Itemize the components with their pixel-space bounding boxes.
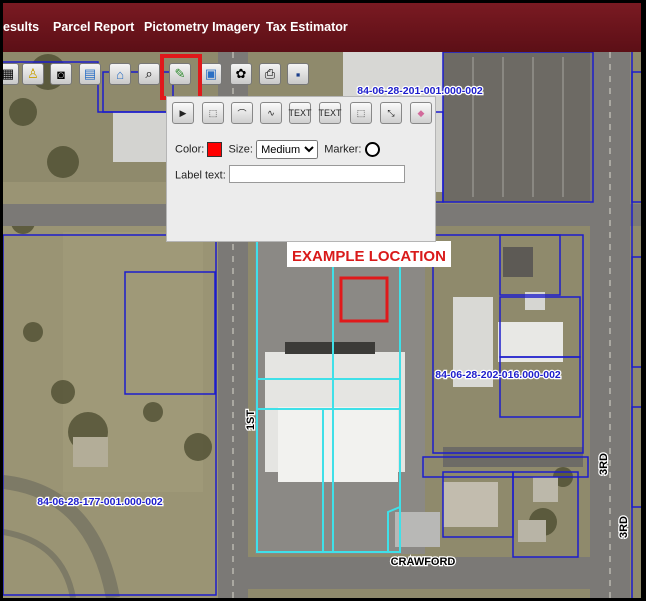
label-text-label: Label text: — [175, 169, 226, 182]
layers-icon[interactable]: ▦ — [3, 63, 19, 85]
church-building — [443, 482, 498, 527]
identify-icon[interactable]: ✿ — [230, 63, 252, 85]
street-label-crawford: CRAWFORD — [391, 556, 456, 568]
label-text-row: Label text: — [175, 165, 405, 183]
parcel-icon[interactable]: ⌂ — [109, 63, 131, 85]
marker-circle-icon[interactable] — [364, 142, 380, 158]
text-tool-icon[interactable]: TEXT — [318, 102, 342, 124]
area-tool-icon[interactable]: ⬚ — [350, 102, 372, 124]
store-entrance-shadow — [285, 342, 375, 354]
building-east-3 — [503, 247, 533, 277]
example-location-label: EXAMPLE LOCATION — [292, 248, 446, 265]
street-label-3rd-a: 3RD — [598, 453, 610, 475]
pen-tool-highlight — [160, 54, 202, 100]
nav-parcel-report[interactable]: Parcel Report — [53, 20, 134, 34]
point-tool-icon[interactable]: ⬚ — [202, 102, 224, 124]
legend-icon[interactable]: ▤ — [79, 63, 101, 85]
nav-tax-estimator[interactable]: Tax Estimator — [266, 20, 348, 34]
size-label: Size: — [228, 143, 253, 156]
parcel-label-park: 84-06-28-177-001.000-002 — [37, 496, 163, 508]
measure-icon[interactable]: ▣ — [200, 63, 222, 85]
store-building-roof-2 — [278, 407, 398, 482]
nav-search-results[interactable]: esults — [3, 20, 39, 34]
search-icon[interactable]: ⌕ — [138, 63, 160, 85]
style-row: Color: Size: Medium Marker: — [175, 140, 380, 159]
building-north-small — [113, 112, 173, 162]
street-label-1st: 1ST — [245, 410, 257, 430]
parcel-label-east: 84-06-28-202-016.000-002 — [435, 369, 561, 381]
bank-building — [395, 512, 440, 547]
nav-pictometry-imagery[interactable]: Pictometry Imagery — [144, 20, 260, 34]
street-label-3rd-b: 3RD — [618, 516, 630, 538]
color-label: Color: — [175, 143, 205, 156]
curve-tool-icon[interactable]: ∿ — [260, 102, 282, 124]
polyline-tool-icon[interactable]: ⌒ — [231, 102, 253, 124]
camera-icon[interactable]: ◙ — [50, 63, 72, 85]
pavilion — [73, 437, 108, 467]
select-arrow-icon[interactable]: ▶ — [172, 102, 194, 124]
house-2 — [518, 520, 546, 542]
edit-tool-icon[interactable]: ⤡ — [380, 102, 402, 124]
person-icon[interactable]: ♙ — [22, 63, 44, 85]
color-swatch[interactable] — [207, 142, 223, 158]
app-frame: esults Parcel Report Pictometry Imagery … — [3, 3, 641, 598]
size-select[interactable]: Medium — [256, 140, 319, 159]
label-text-input[interactable] — [228, 165, 405, 183]
top-nav-bar: esults Parcel Report Pictometry Imagery … — [3, 3, 641, 52]
text-tool-label-2: TEXT — [318, 108, 342, 118]
text-point-tool-icon[interactable]: TEXT — [288, 102, 312, 124]
building-east-2 — [498, 322, 563, 362]
eraser-icon[interactable]: ◆ — [410, 102, 432, 124]
text-tool-label: TEXT — [288, 108, 312, 118]
print-icon[interactable]: ⎙ — [259, 63, 281, 85]
save-icon[interactable]: ▪ — [287, 63, 309, 85]
draw-tools-panel: ▶ ⬚ ⌒ ∿ TEXT TEXT ⬚ ⤡ ◆ Color: Size: Med… — [166, 96, 436, 242]
marker-label: Marker: — [324, 143, 362, 156]
house-1 — [533, 477, 558, 502]
